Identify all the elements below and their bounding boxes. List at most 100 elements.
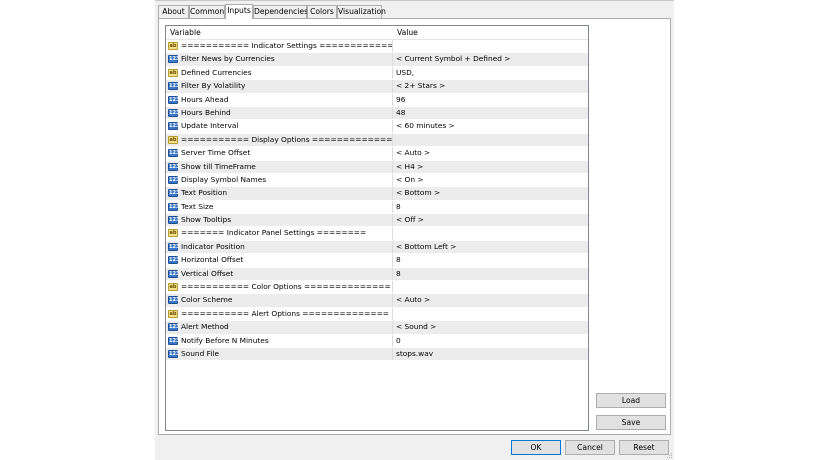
variable-label: Update Interval <box>181 121 239 131</box>
table-row[interactable]: 123 Filter News by Currencies < Current Sy… <box>166 53 588 67</box>
tab-dependencies[interactable]: Dependencies <box>253 5 308 18</box>
tab-common[interactable]: Common <box>189 5 225 18</box>
value-cell[interactable]: USD, <box>396 67 414 79</box>
value-cell[interactable]: < On > <box>396 174 424 186</box>
table-row[interactable]: ab =========== Alert Options ============… <box>166 307 588 322</box>
grid-header: Variable Value <box>166 26 588 40</box>
number-type-icon: 123 <box>168 82 180 91</box>
table-row[interactable]: 123 Display Symbol Names < On > <box>166 173 588 188</box>
column-header-value[interactable]: Value <box>397 26 418 39</box>
value-cell[interactable]: 8 <box>396 201 401 213</box>
value-cell[interactable]: 8 <box>396 268 401 280</box>
column-divider <box>392 93 393 106</box>
value-cell[interactable]: 96 <box>396 94 405 106</box>
table-row[interactable]: ab =========== Color Options ============… <box>166 281 588 295</box>
variable-cell: ab Defined Currencies <box>166 67 392 79</box>
variable-cell: 123 Text Size <box>166 201 392 213</box>
value-cell[interactable]: stops.wav <box>396 348 433 360</box>
table-row[interactable]: 123 Notify Before N Minutes 0 <box>166 334 588 348</box>
column-divider <box>392 147 393 160</box>
table-row[interactable]: 123 Indicator Position < Bottom Left > <box>166 240 588 255</box>
variable-label: Text Size <box>181 201 214 211</box>
variable-cell: 123 Show till TimeFrame <box>166 161 392 173</box>
table-row[interactable]: ab =========== Display Options ==========… <box>166 133 588 148</box>
variable-cell: ab =========== Alert Options ============… <box>166 308 392 320</box>
table-row[interactable]: 123 Server Time Offset < Auto > <box>166 147 588 161</box>
variable-cell: 123 Server Time Offset <box>166 147 392 159</box>
resize-grip-icon[interactable] <box>665 451 673 459</box>
variable-label: Sound File <box>181 348 219 358</box>
variable-label: =========== Display Options ============… <box>181 134 392 144</box>
value-cell[interactable]: 0 <box>396 335 401 347</box>
tab-colors[interactable]: Colors <box>307 5 337 18</box>
column-divider <box>392 133 393 147</box>
value-cell[interactable]: < 60 minutes > <box>396 120 455 132</box>
number-type-icon: 123 <box>168 216 180 225</box>
save-button[interactable]: Save <box>596 415 666 430</box>
grid-rows: ab =========== Indicator Settings =======… <box>166 40 588 362</box>
ok-button[interactable]: OK <box>511 440 561 455</box>
table-row[interactable]: 123 Update Interval < 60 minutes > <box>166 120 588 134</box>
number-type-icon: 123 <box>168 336 180 345</box>
value-cell[interactable]: 48 <box>396 107 405 119</box>
value-cell[interactable]: < Current Symbol + Defined > <box>396 53 510 65</box>
cancel-button[interactable]: Cancel <box>565 440 615 455</box>
column-divider <box>392 347 393 361</box>
value-cell[interactable]: < 2+ Stars > <box>396 80 445 92</box>
string-type-icon: ab <box>168 229 178 238</box>
table-row[interactable]: ab ======= Indicator Panel Settings =====… <box>166 227 588 241</box>
value-cell[interactable]: < Auto > <box>396 147 430 159</box>
table-row[interactable]: ab =========== Indicator Settings =======… <box>166 40 588 54</box>
number-type-icon: 123 <box>168 149 180 158</box>
column-divider <box>392 80 393 93</box>
tab-about[interactable]: About <box>158 5 189 18</box>
variable-label: Filter News by Currencies <box>181 54 275 64</box>
value-cell[interactable]: < Auto > <box>396 294 430 306</box>
number-type-icon: 123 <box>168 349 180 358</box>
tab-visualization[interactable]: Visualization <box>337 5 386 18</box>
column-divider <box>392 267 393 281</box>
tab-inputs[interactable]: Inputs <box>225 4 253 19</box>
reset-button[interactable]: Reset <box>619 440 669 455</box>
table-row[interactable]: 123 Text Position < Bottom > <box>166 187 588 201</box>
table-row[interactable]: 123 Alert Method < Sound > <box>166 321 588 335</box>
variable-label: Server Time Offset <box>181 148 251 158</box>
table-row[interactable]: 123 Show Tooltips < Off > <box>166 214 588 228</box>
variable-label: ======= Indicator Panel Settings =======… <box>181 228 367 238</box>
number-type-icon: 123 <box>168 122 180 131</box>
variable-label: Text Position <box>181 188 228 198</box>
load-button[interactable]: Load <box>596 393 666 408</box>
variable-cell: 123 Filter News by Currencies <box>166 53 392 65</box>
table-row[interactable]: ab Defined Currencies USD, <box>166 66 588 81</box>
table-row[interactable]: 123 Hours Behind 48 <box>166 106 588 121</box>
column-divider <box>392 106 393 120</box>
column-divider <box>392 294 393 307</box>
inputs-tab-panel: Variable Value ab =========== Indicator S… <box>158 18 671 435</box>
variable-label: Notify Before N Minutes <box>181 335 269 345</box>
value-cell[interactable]: < Off > <box>396 214 424 226</box>
column-divider <box>392 321 393 334</box>
table-row[interactable]: 123 Sound File stops.wav <box>166 347 588 362</box>
inputs-dialog: About Common Inputs Dependencies Colors … <box>155 0 674 460</box>
column-divider <box>392 334 393 347</box>
column-divider <box>392 254 393 267</box>
value-cell[interactable]: < H4 > <box>396 161 423 173</box>
table-row[interactable]: 123 Vertical Offset 8 <box>166 267 588 282</box>
column-header-variable[interactable]: Variable <box>170 26 201 39</box>
variable-label: Display Symbol Names <box>181 174 267 184</box>
table-row[interactable]: 123 Color Scheme < Auto > <box>166 294 588 308</box>
value-cell[interactable]: 8 <box>396 254 401 266</box>
table-row[interactable]: 123 Text Size 8 <box>166 200 588 215</box>
table-row[interactable]: 123 Hours Ahead 96 <box>166 93 588 107</box>
value-cell[interactable]: < Bottom Left > <box>396 241 456 253</box>
variable-cell: 123 Sound File <box>166 348 392 360</box>
table-row[interactable]: 123 Filter By Volatility < 2+ Stars > <box>166 80 588 94</box>
table-row[interactable]: 123 Show till TimeFrame < H4 > <box>166 160 588 174</box>
column-divider <box>392 214 393 227</box>
column-divider <box>392 200 393 214</box>
value-cell[interactable]: < Bottom > <box>396 187 440 199</box>
table-row[interactable]: 123 Horizontal Offset 8 <box>166 254 588 268</box>
variable-label: Horizontal Offset <box>181 255 244 265</box>
value-cell[interactable]: < Sound > <box>396 321 436 333</box>
inputs-grid: Variable Value ab =========== Indicator S… <box>165 25 589 431</box>
